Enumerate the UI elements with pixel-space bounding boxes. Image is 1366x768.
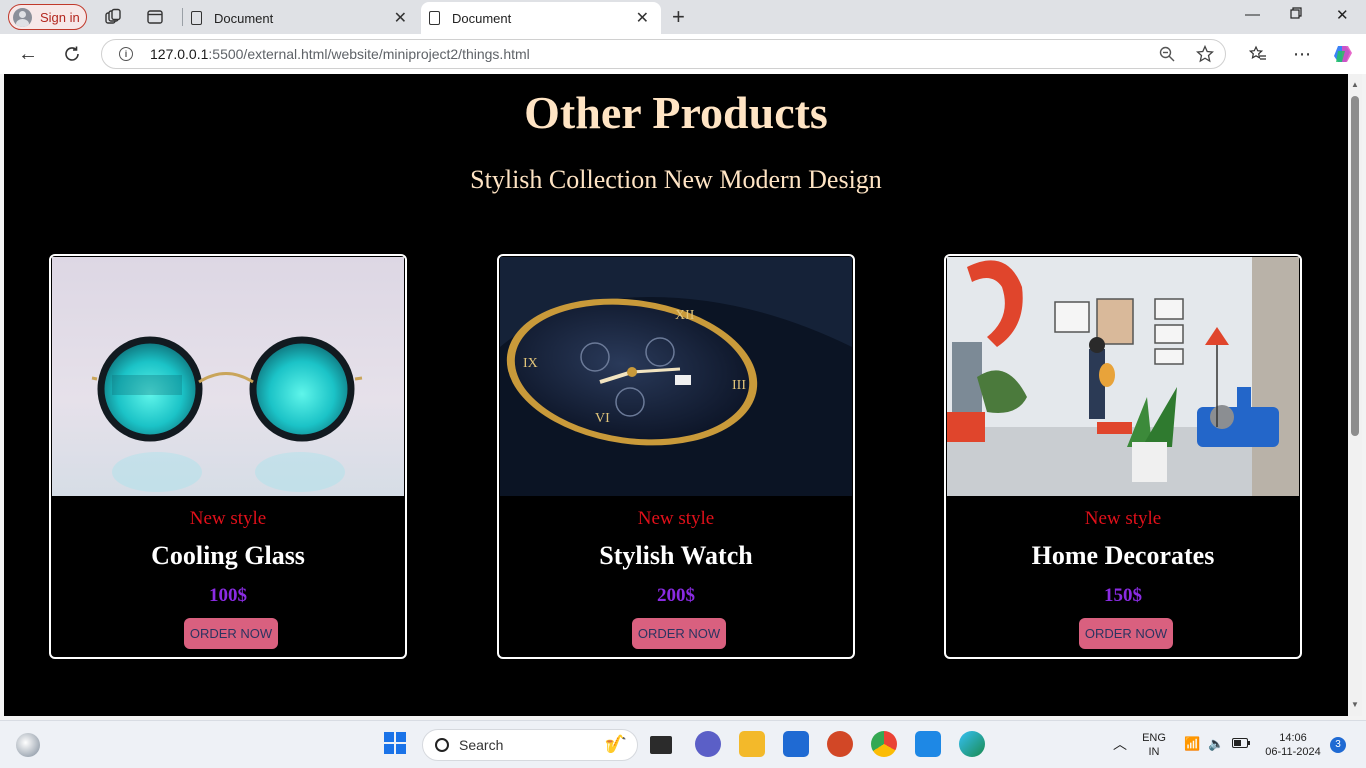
svg-text:IX: IX — [523, 356, 538, 371]
tab-bar: Sign in Document ✕ Document ✕ + — ✕ — [0, 0, 1366, 34]
weather-icon[interactable] — [16, 733, 40, 757]
web-page: Other Products Stylish Collection New Mo… — [4, 74, 1348, 716]
volume-icon[interactable]: 🔈 — [1208, 737, 1224, 751]
document-icon — [191, 11, 202, 25]
product-name: Stylish Watch — [599, 541, 753, 570]
product-tag: New style — [189, 508, 267, 529]
edge-icon[interactable] — [959, 731, 985, 757]
minimize-icon[interactable]: — — [1245, 6, 1260, 23]
vscode-icon[interactable] — [915, 731, 941, 757]
sunglasses-image — [52, 257, 404, 496]
workspaces-icon[interactable] — [102, 6, 124, 28]
tab-title: Document — [452, 10, 512, 26]
file-explorer-icon[interactable] — [739, 731, 765, 757]
site-info-icon[interactable]: i — [119, 47, 133, 61]
language-line2: IN — [1148, 746, 1160, 758]
start-windows-icon[interactable] — [383, 731, 409, 757]
product-card-stylish-watch: XII VI IX III New style Stylish Watch 20… — [497, 254, 855, 659]
tab-document-1[interactable]: Document ✕ — [183, 2, 419, 34]
svg-text:VI: VI — [595, 411, 610, 426]
chat-icon[interactable] — [695, 731, 721, 757]
clock[interactable]: 14:06 06-11-2024 — [1258, 731, 1328, 759]
show-hidden-icons-chevron-icon[interactable]: ︿ — [1113, 737, 1127, 751]
sign-in-button[interactable]: Sign in — [8, 4, 87, 30]
powerpoint-icon[interactable] — [827, 731, 853, 757]
svg-text:III: III — [732, 378, 746, 393]
url-path: :5500/external.html/website/miniproject2… — [208, 46, 530, 62]
search-icon — [435, 738, 449, 752]
scrollbar-thumb[interactable] — [1351, 96, 1359, 436]
copilot-icon[interactable] — [1332, 43, 1354, 65]
watch-image: XII VI IX III — [500, 257, 852, 496]
language-line1: ENG — [1142, 732, 1166, 744]
product-price: 200$ — [657, 585, 695, 606]
task-view-icon[interactable] — [650, 736, 672, 754]
notification-badge[interactable]: 3 — [1330, 737, 1346, 753]
close-tab-icon[interactable]: ✕ — [394, 8, 407, 28]
navigation-bar: ← i 127.0.0.1 :5500/external.html/websit… — [0, 34, 1366, 74]
sign-in-label: Sign in — [40, 9, 80, 25]
profile-avatar-icon — [13, 7, 32, 27]
tab-document-2[interactable]: Document ✕ — [421, 2, 661, 34]
order-now-button[interactable]: ORDER NOW — [632, 618, 726, 649]
product-price: 150$ — [1104, 585, 1142, 606]
close-tab-icon[interactable]: ✕ — [636, 8, 649, 28]
favorites-list-icon[interactable] — [1247, 43, 1269, 65]
clock-time: 14:06 — [1279, 732, 1307, 744]
product-card-home-decorates: New style Home Decorates 150$ ORDER NOW — [944, 254, 1302, 659]
search-highlight-icon: 🎷 — [604, 734, 627, 754]
product-price: 100$ — [209, 585, 247, 606]
language-indicator[interactable]: ENG IN — [1139, 731, 1169, 759]
wifi-icon[interactable]: 📶 — [1184, 737, 1200, 751]
more-menu-icon[interactable]: ⋯ — [1291, 43, 1313, 65]
page-scrollbar[interactable]: ▲ ▼ — [1348, 74, 1362, 716]
back-arrow-icon[interactable]: ← — [17, 43, 39, 65]
close-window-icon[interactable]: ✕ — [1336, 6, 1349, 24]
refresh-icon[interactable] — [61, 43, 83, 65]
chrome-icon[interactable] — [871, 731, 897, 757]
product-name: Cooling Glass — [151, 541, 305, 570]
taskbar-search-box[interactable]: Search 🎷 — [422, 729, 638, 761]
svg-text:XII: XII — [675, 308, 695, 323]
tab-actions-icon[interactable] — [144, 6, 166, 28]
address-bar[interactable]: i 127.0.0.1 :5500/external.html/website/… — [101, 39, 1226, 69]
home-decor-image — [947, 257, 1299, 496]
product-tag: New style — [1084, 508, 1162, 529]
url-host: 127.0.0.1 — [150, 46, 209, 62]
page-subtitle: Stylish Collection New Modern Design — [470, 165, 882, 194]
taskbar: Search 🎷 ︿ ENG IN 📶 🔈 14:06 06-11-2024 3 — [0, 720, 1366, 768]
restore-icon[interactable] — [1290, 6, 1302, 23]
order-now-button[interactable]: ORDER NOW — [184, 618, 278, 649]
store-icon[interactable] — [783, 731, 809, 757]
tab-title: Document — [214, 10, 274, 26]
scroll-down-arrow-icon[interactable]: ▼ — [1351, 700, 1359, 709]
product-name: Home Decorates — [1031, 541, 1215, 570]
zoom-icon[interactable] — [1159, 46, 1175, 65]
page-title: Other Products — [524, 87, 828, 138]
clock-date: 06-11-2024 — [1265, 746, 1321, 758]
favorite-star-icon[interactable] — [1195, 44, 1215, 66]
new-tab-plus-icon[interactable]: + — [672, 4, 685, 30]
product-card-cooling-glass: New style Cooling Glass 100$ ORDER NOW — [49, 254, 407, 659]
taskbar-search-label: Search — [459, 737, 504, 753]
product-tag: New style — [637, 508, 715, 529]
scroll-up-arrow-icon[interactable]: ▲ — [1351, 80, 1359, 89]
battery-icon[interactable] — [1232, 738, 1250, 752]
document-icon — [429, 11, 440, 25]
order-now-button[interactable]: ORDER NOW — [1079, 618, 1173, 649]
